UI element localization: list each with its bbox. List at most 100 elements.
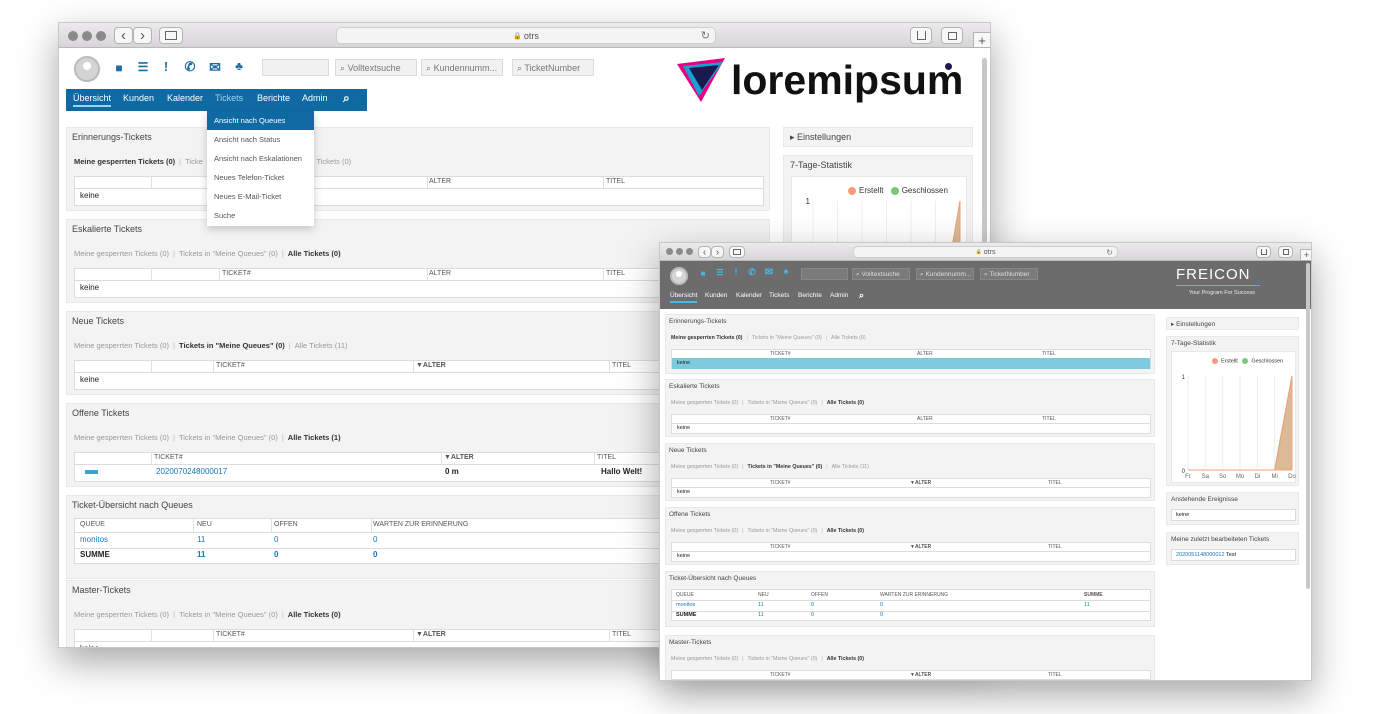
col-header-titel[interactable]: TITEL (612, 362, 631, 369)
queue-count-neu[interactable]: 11 (758, 602, 764, 608)
nav-item-berichte[interactable]: Berichte (257, 93, 290, 103)
total-count-offen[interactable]: 0 (811, 612, 814, 618)
close-window-button[interactable] (68, 31, 78, 41)
col-header-alter-sorted[interactable]: ▼ALTER (910, 672, 931, 678)
col-header-ticket[interactable]: TICKET# (770, 480, 791, 486)
queue-count-summe[interactable]: 11 (1084, 602, 1090, 608)
envelope-icon[interactable]: ✉ (763, 267, 775, 278)
queue-count-warten[interactable]: 0 (880, 602, 883, 608)
col-header-titel[interactable]: TITEL (606, 270, 625, 277)
nav-item-kunden[interactable]: Kunden (705, 292, 727, 299)
filter-all[interactable]: Alle Tickets (0) (827, 400, 864, 406)
tabs-button[interactable] (941, 27, 963, 44)
recent-ticket-link[interactable]: 2020051148000012 (1176, 552, 1225, 558)
nav-item-tickets[interactable]: Tickets (215, 93, 243, 103)
col-header-ticket[interactable]: TICKET# (770, 672, 791, 678)
envelope-icon[interactable]: ✉ (207, 59, 223, 76)
nav-item-uebersicht[interactable]: Übersicht (73, 93, 112, 107)
nav-search-icon[interactable]: ⌕ (859, 290, 864, 301)
folder-icon[interactable]: ■ (112, 61, 126, 75)
col-header-ticket[interactable]: TICKET# (216, 362, 245, 369)
col-header-queue[interactable]: QUEUE (676, 592, 694, 598)
col-header-warten[interactable]: WARTEN ZUR ERINNERUNG (880, 592, 948, 598)
filter-locked[interactable]: Meine gesperrten Tickets (0) (671, 464, 738, 470)
col-header-titel[interactable]: TITEL (1042, 351, 1056, 357)
reload-icon[interactable]: ↻ (701, 29, 710, 42)
filter-truncated[interactable]: Ticke (185, 157, 203, 166)
col-header-alter[interactable]: ALTER (429, 178, 451, 185)
filter-locked[interactable]: Meine gesperrten Tickets (0) (74, 157, 175, 166)
nav-item-kalender[interactable]: Kalender (736, 292, 762, 299)
sitemap-icon[interactable]: ♣ (232, 59, 246, 73)
queue-name-link[interactable]: monitos (676, 602, 695, 608)
quick-search-input[interactable] (262, 59, 329, 76)
queue-count-neu[interactable]: 11 (197, 535, 205, 544)
col-header-summe[interactable]: SUMME (1084, 592, 1103, 598)
avatar[interactable] (670, 267, 688, 285)
sidebar-toggle-button[interactable] (159, 27, 183, 44)
folder-icon[interactable]: ■ (698, 269, 708, 278)
zoom-window-button[interactable] (686, 248, 693, 255)
total-count-neu[interactable]: 11 (758, 612, 764, 618)
col-header-titel[interactable]: TITEL (597, 454, 616, 461)
filter-all[interactable]: Alle Tickets (1) (288, 433, 341, 442)
col-header-offen[interactable]: OFFEN (274, 521, 298, 528)
col-header-alter[interactable]: ALTER (429, 270, 451, 277)
col-header-ticket[interactable]: TICKET# (770, 544, 791, 550)
scrollbar[interactable] (1306, 263, 1310, 589)
nav-item-tickets[interactable]: Tickets (769, 292, 789, 299)
settings-toggle[interactable]: ▸ Einstellungen (1166, 317, 1299, 330)
col-header-titel[interactable]: TITEL (1042, 416, 1056, 422)
phone-icon[interactable]: ✆ (747, 267, 757, 278)
quick-search-input[interactable] (801, 268, 848, 280)
filter-my-queues[interactable]: Tickets in "Meine Queues" (0) (179, 341, 285, 350)
sitemap-icon[interactable]: ♣ (781, 267, 791, 276)
total-count-offen[interactable]: 0 (274, 550, 278, 559)
menu-item-ansicht-eskalationen[interactable]: Ansicht nach Eskalationen (207, 149, 314, 168)
minimize-window-button[interactable] (676, 248, 683, 255)
filter-my-queues[interactable]: Tickets in "Meine Queues" (0) (748, 528, 818, 534)
nav-item-admin[interactable]: Admin (830, 292, 848, 299)
col-header-alter-sorted[interactable]: ▼ALTER (416, 631, 446, 638)
col-header-alter[interactable]: ALTER (917, 351, 933, 357)
filter-locked[interactable]: Meine gesperrten Tickets (0) (671, 656, 738, 662)
zoom-window-button[interactable] (96, 31, 106, 41)
col-header-ticket[interactable]: TICKET# (216, 631, 245, 638)
tabs-button[interactable] (1278, 246, 1293, 258)
filter-my-queues[interactable]: Tickets in "Meine Queues" (0) (748, 464, 823, 470)
avatar[interactable] (74, 56, 100, 82)
col-header-titel[interactable]: TITEL (606, 178, 625, 185)
filter-locked[interactable]: Meine gesperrten Tickets (0) (74, 610, 169, 619)
exclamation-icon[interactable]: ! (159, 59, 173, 74)
filter-my-queues[interactable]: Tickets in "Meine Queues" (0) (179, 610, 278, 619)
close-window-button[interactable] (666, 248, 673, 255)
col-header-alter-sorted[interactable]: ▼ALTER (416, 362, 446, 369)
table-row-highlight[interactable]: keine (672, 358, 1150, 369)
col-header-offen[interactable]: OFFEN (811, 592, 828, 598)
col-header-titel[interactable]: TITEL (612, 631, 631, 638)
queue-count-offen[interactable]: 0 (811, 602, 814, 608)
queue-name-link[interactable]: monitos (80, 535, 108, 544)
filter-all[interactable]: Alle Tickets (11) (832, 464, 869, 470)
filter-locked[interactable]: Meine gesperrten Tickets (0) (671, 400, 738, 406)
col-header-neu[interactable]: NEU (758, 592, 769, 598)
filter-locked[interactable]: Meine gesperrten Tickets (0) (671, 528, 738, 534)
filter-all[interactable]: Alle Tickets (0) (831, 335, 866, 341)
phone-icon[interactable]: ✆ (183, 59, 197, 75)
sidebar-toggle-button[interactable] (729, 246, 745, 258)
col-header-ticket[interactable]: TICKET# (770, 416, 791, 422)
col-header-ticket[interactable]: TICKET# (770, 351, 791, 357)
new-tab-button[interactable]: + (973, 32, 990, 48)
share-button[interactable] (1256, 246, 1271, 258)
filter-locked[interactable]: Meine gesperrten Tickets (0) (74, 249, 169, 258)
nav-item-kunden[interactable]: Kunden (123, 93, 154, 103)
col-header-queue[interactable]: QUEUE (80, 521, 105, 528)
list-item[interactable]: 2020051148000012 Test (1176, 552, 1236, 558)
col-header-warten[interactable]: WARTEN ZUR ERINNERUNG (373, 521, 468, 528)
col-header-titel[interactable]: TITEL (1048, 544, 1062, 550)
list-icon[interactable]: ☰ (136, 60, 150, 74)
settings-toggle[interactable]: ▸ Einstellungen (783, 127, 973, 147)
exclamation-icon[interactable]: ! (731, 267, 741, 277)
col-header-alter-sorted[interactable]: ▼ALTER (444, 454, 474, 461)
filter-all[interactable]: Alle Tickets (0) (288, 249, 341, 258)
